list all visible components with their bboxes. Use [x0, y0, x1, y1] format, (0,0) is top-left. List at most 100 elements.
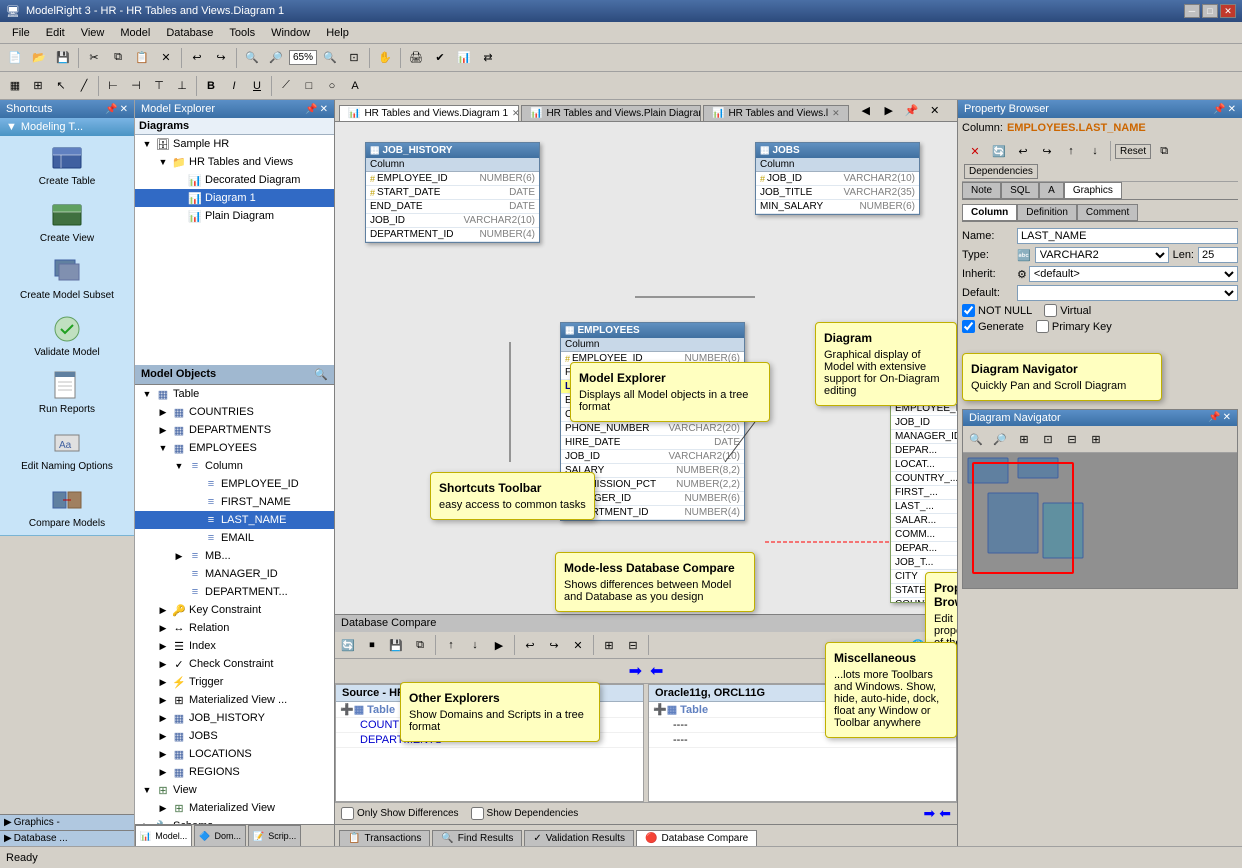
shortcuts-close[interactable]: ✕ — [120, 104, 128, 115]
dn-zoom-out[interactable]: 🔎 — [989, 428, 1011, 450]
me-close[interactable]: ✕ — [320, 104, 328, 115]
pb-subtab-definition[interactable]: Definition — [1017, 204, 1077, 221]
dbc-x[interactable]: ✕ — [567, 634, 589, 656]
dbc-copy[interactable]: ⧉ — [409, 634, 431, 656]
find-button[interactable]: 🔍 — [241, 47, 263, 69]
mat-view-root-item[interactable]: ▶ ⊞ Materialized View — [135, 799, 334, 817]
dept-exp[interactable]: ▶ — [155, 422, 171, 438]
zoom-fit[interactable]: ⊡ — [343, 47, 365, 69]
relation-item[interactable]: ▶ ↔ Relation — [135, 619, 334, 637]
create-table-shortcut[interactable]: Create Table — [0, 136, 134, 193]
view-tool[interactable]: ⊞ — [27, 75, 49, 97]
zoom-level[interactable]: 65% — [289, 50, 317, 65]
plain-expander[interactable] — [171, 208, 187, 224]
modeling-section-header[interactable]: ▼ Modeling T... — [0, 118, 134, 136]
dbc-save[interactable]: 💾 — [385, 634, 407, 656]
job-history-item[interactable]: ▶ ▦ JOB_HISTORY — [135, 709, 334, 727]
new-button[interactable]: 📄 — [4, 47, 26, 69]
font-bold[interactable]: B — [200, 75, 222, 97]
undo-button[interactable]: ↩ — [186, 47, 208, 69]
sample-hr-item[interactable]: ▼ 🗄 Sample HR — [135, 135, 334, 153]
column-folder-item[interactable]: ▼ ≡ Column — [135, 457, 334, 475]
mo-search[interactable]: 🔍 — [314, 368, 328, 381]
zoom-in[interactable]: 🔎 — [265, 47, 287, 69]
me-tab-dom[interactable]: 🔷 Dom... — [194, 825, 246, 846]
pb-type-select[interactable]: VARCHAR2 — [1035, 247, 1169, 263]
close-button[interactable]: ✕ — [1220, 4, 1236, 18]
pb-undo[interactable]: ↩ — [1012, 140, 1034, 162]
font-italic[interactable]: I — [223, 75, 245, 97]
col-folder-exp[interactable]: ▼ — [171, 458, 187, 474]
dbc-apply[interactable]: ▶ — [488, 634, 510, 656]
tab-third[interactable]: 📊 HR Tables and Views.l ✕ — [703, 105, 849, 121]
line-tool[interactable]: ╱ — [73, 75, 95, 97]
dn-zoom-in[interactable]: 🔍 — [965, 428, 987, 450]
dn-btn6[interactable]: ⊞ — [1085, 428, 1107, 450]
pb-name-input[interactable] — [1017, 228, 1238, 244]
pb-tab-graphics[interactable]: Graphics — [1064, 182, 1122, 199]
draw-text[interactable]: A — [344, 75, 366, 97]
select-tool[interactable]: ↖ — [50, 75, 72, 97]
key-constraint-item[interactable]: ▶ 🔑 Key Constraint — [135, 601, 334, 619]
schema-item[interactable]: ▶ 🔧 Schema — [135, 817, 334, 824]
dn-grid[interactable]: ⊞ — [1013, 428, 1035, 450]
pb-down[interactable]: ↓ — [1084, 140, 1106, 162]
emp-exp[interactable]: ▼ — [155, 440, 171, 456]
create-subset-shortcut[interactable]: Create Model Subset — [0, 250, 134, 307]
pb-virtual-check[interactable] — [1044, 304, 1057, 317]
save-button[interactable]: 💾 — [52, 47, 74, 69]
diagram-canvas[interactable]: ▦ JOB_HISTORY Column # EMPLOYEE_ID NUMBE… — [335, 122, 957, 824]
locations-item[interactable]: ▶ ▦ LOCATIONS — [135, 745, 334, 763]
dbc-grid[interactable]: ⊞ — [598, 634, 620, 656]
paste-button[interactable]: 📋 — [131, 47, 153, 69]
compare-shortcut[interactable]: Compare Models — [0, 478, 134, 535]
print-button[interactable]: 🖨 — [405, 47, 427, 69]
diag1-expander[interactable] — [171, 190, 187, 206]
jobs-table[interactable]: ▦ JOBS Column # JOB_ID VARCHAR2(10) JOB_… — [755, 142, 920, 215]
diagram1-item[interactable]: 📊 Diagram 1 — [135, 189, 334, 207]
decorated-diagram-item[interactable]: 📊 Decorated Diagram — [135, 171, 334, 189]
align-right[interactable]: ⊣ — [125, 75, 147, 97]
tab-prev[interactable]: ◀ — [855, 100, 877, 121]
dbc-up[interactable]: ↑ — [440, 634, 462, 656]
view-root-item[interactable]: ▼ ⊞ View — [135, 781, 334, 799]
emp-id-item[interactable]: ≡ EMPLOYEE_ID — [135, 475, 334, 493]
job-history-table[interactable]: ▦ JOB_HISTORY Column # EMPLOYEE_ID NUMBE… — [365, 142, 540, 243]
countries-item[interactable]: ▶ ▦ COUNTRIES — [135, 403, 334, 421]
create-view-shortcut[interactable]: Create View — [0, 193, 134, 250]
cut-button[interactable]: ✂ — [83, 47, 105, 69]
dn-btn5[interactable]: ⊟ — [1061, 428, 1083, 450]
trigger-item[interactable]: ▶ ⚡ Trigger — [135, 673, 334, 691]
tab-close-all[interactable]: ✕ — [924, 100, 946, 121]
me-tab-script[interactable]: 📝 Scrip... — [248, 825, 301, 846]
pb-close[interactable]: ✕ — [1228, 104, 1236, 115]
emp-details-view[interactable]: ⊞ EMP_DETAILS_VIEW Column EMPLOYEE_ID JO… — [890, 372, 957, 603]
jobs-item[interactable]: ▶ ▦ JOBS — [135, 727, 334, 745]
email-item[interactable]: ≡ EMAIL — [135, 529, 334, 547]
tab-plain[interactable]: 📊 HR Tables and Views.Plain Diagram ✕ — [521, 105, 701, 121]
draw-rect[interactable]: □ — [298, 75, 320, 97]
dbc-nav-right[interactable]: ➡ — [924, 805, 936, 822]
open-button[interactable]: 📂 — [28, 47, 50, 69]
compare-button[interactable]: ⇄ — [477, 47, 499, 69]
plain-diagram-item[interactable]: 📊 Plain Diagram — [135, 207, 334, 225]
dbc-undo[interactable]: ↩ — [519, 634, 541, 656]
restore-button[interactable]: □ — [1202, 4, 1218, 18]
mb-item[interactable]: ▶ ≡ MB... — [135, 547, 334, 565]
draw-line[interactable]: ⟋ — [275, 75, 297, 97]
dbc-dependencies-check[interactable] — [471, 807, 484, 820]
hr-tables-views-item[interactable]: ▼ 📁 HR Tables and Views — [135, 153, 334, 171]
pb-tab-note[interactable]: Note — [962, 182, 1001, 199]
tab-pin[interactable]: 📌 — [901, 100, 923, 121]
database-section[interactable]: ▶ Database ... — [0, 830, 134, 846]
dbc-nav-left[interactable]: ⬅ — [939, 805, 951, 822]
minimize-button[interactable]: ─ — [1184, 4, 1200, 18]
pb-len-input[interactable] — [1198, 247, 1238, 263]
delete-button[interactable]: ✕ — [155, 47, 177, 69]
dn-fit[interactable]: ⊡ — [1037, 428, 1059, 450]
pb-tab-a[interactable]: A — [1039, 182, 1064, 199]
tab1-close[interactable]: ✕ — [512, 108, 519, 119]
reports-button[interactable]: 📊 — [453, 47, 475, 69]
pb-subtab-comment[interactable]: Comment — [1077, 204, 1138, 221]
tab-diagram1[interactable]: 📊 HR Tables and Views.Diagram 1 ✕ — [339, 105, 519, 121]
